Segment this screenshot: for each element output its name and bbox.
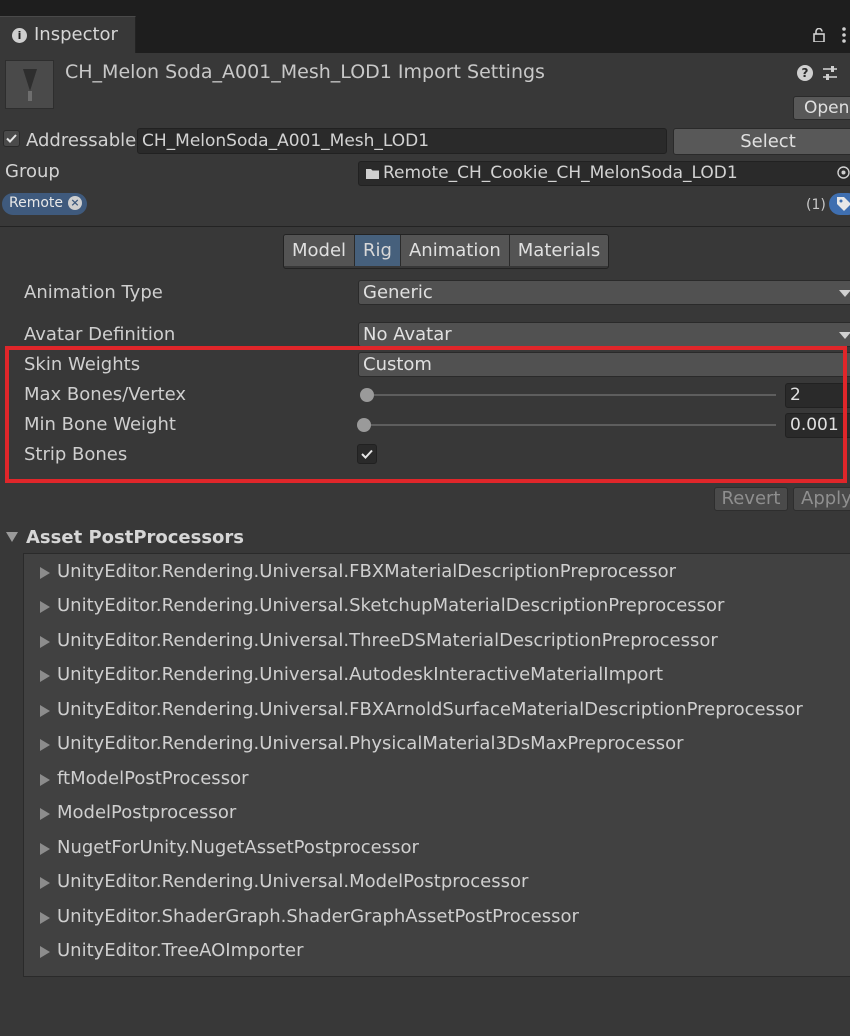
animation-type-label: Animation Type <box>24 282 163 303</box>
addressable-address-input[interactable]: CH_MelonSoda_A001_Mesh_LOD1 <box>137 128 667 154</box>
apply-button[interactable]: Apply <box>793 487 850 511</box>
lock-icon[interactable] <box>812 28 826 42</box>
chevron-down-icon <box>839 290 850 297</box>
import-tabs: Model Rig Animation Materials <box>283 234 610 269</box>
tab-rig[interactable]: Rig <box>355 235 401 266</box>
foldout-collapsed-icon <box>40 739 50 751</box>
settings-sliders-icon[interactable] <box>821 64 839 82</box>
postprocessors-header[interactable]: Asset PostProcessors <box>26 527 244 548</box>
addressable-checkbox[interactable] <box>3 130 20 147</box>
folder-icon <box>366 169 379 179</box>
foldout-collapsed-icon <box>40 912 50 924</box>
group-field[interactable]: Remote_CH_Cookie_CH_MelonSoda_LOD1 <box>358 161 850 186</box>
foldout-collapsed-icon <box>40 843 50 855</box>
highlight-box <box>5 346 847 483</box>
chevron-down-icon <box>839 332 850 339</box>
animation-type-value: Generic <box>363 282 433 303</box>
tab-materials[interactable]: Materials <box>509 235 609 266</box>
help-icon[interactable]: ? <box>797 65 813 81</box>
revert-button[interactable]: Revert <box>714 487 788 511</box>
foldout-collapsed-icon <box>40 877 50 889</box>
tag-icon <box>837 197 850 211</box>
more-options-icon[interactable] <box>840 26 848 44</box>
inspector-tab-label: Inspector <box>34 24 118 45</box>
info-icon: i <box>12 28 27 43</box>
tab-animation[interactable]: Animation <box>400 235 510 266</box>
object-picker-icon[interactable] <box>837 166 850 179</box>
section-divider <box>0 226 850 227</box>
page-title: CH_Melon Soda_A001_Mesh_LOD1 Import Sett… <box>65 61 545 83</box>
avatar-definition-label: Avatar Definition <box>24 324 176 345</box>
label-tag-text: Remote <box>9 195 64 211</box>
foldout-collapsed-icon <box>40 946 50 958</box>
open-button[interactable]: Open <box>793 96 850 120</box>
tab-model[interactable]: Model <box>284 235 356 266</box>
remove-label-icon[interactable]: × <box>68 196 82 210</box>
foldout-collapsed-icon <box>40 670 50 682</box>
foldout-expanded-icon[interactable] <box>6 532 18 542</box>
foldout-collapsed-icon <box>40 774 50 786</box>
foldout-collapsed-icon <box>40 601 50 613</box>
foldout-collapsed-icon <box>40 567 50 579</box>
labels-button[interactable] <box>829 193 850 215</box>
mesh-preview-icon <box>23 69 37 101</box>
select-button[interactable]: Select <box>673 128 850 155</box>
animation-type-dropdown[interactable]: Generic <box>358 280 850 305</box>
foldout-collapsed-icon <box>40 705 50 717</box>
foldout-collapsed-icon <box>40 636 50 648</box>
asset-thumbnail <box>5 60 54 109</box>
addressable-label: Addressable <box>26 130 137 151</box>
foldout-collapsed-icon <box>40 808 50 820</box>
group-label: Group <box>5 161 60 182</box>
avatar-definition-value: No Avatar <box>363 324 452 345</box>
avatar-definition-dropdown[interactable]: No Avatar <box>358 322 850 347</box>
checkmark-icon <box>6 134 17 143</box>
label-count: (1) <box>806 197 826 213</box>
